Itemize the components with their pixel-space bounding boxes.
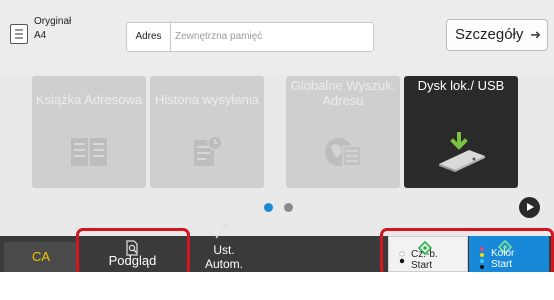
tile-label: Globalne Wyszuk. Adresu bbox=[290, 78, 396, 108]
local-drive-usb-icon bbox=[404, 130, 518, 174]
auto-set-label-line2: Autom. bbox=[204, 257, 243, 271]
tile-send-history[interactable]: Historia wysyłania bbox=[150, 76, 264, 188]
page-indicator[interactable] bbox=[284, 203, 293, 212]
destination-tiles: Książka Adresowa Historia wysyłania Glob… bbox=[0, 76, 554, 236]
original-size[interactable]: A4 bbox=[34, 30, 46, 41]
clear-all-button[interactable]: CA bbox=[4, 242, 78, 272]
arrow-right-icon: ➜ bbox=[530, 27, 541, 42]
magic-wand-icon bbox=[215, 221, 231, 239]
address-input[interactable]: Zewnętrzna pamięć bbox=[173, 23, 371, 51]
address-book-icon bbox=[32, 130, 146, 174]
tile-label: Historia wysyłania bbox=[154, 92, 260, 107]
auto-set-label-line1: Ust. bbox=[213, 243, 235, 257]
global-address-search-icon bbox=[286, 130, 400, 174]
tile-label: Dysk lok./ USB bbox=[417, 78, 505, 93]
tile-local-drive-usb[interactable]: Dysk lok./ USB bbox=[404, 76, 518, 188]
start-highlight-frame bbox=[380, 228, 554, 276]
send-history-icon bbox=[150, 130, 264, 174]
tile-label: Książka Adresowa bbox=[35, 92, 143, 107]
auto-set-button[interactable]: Ust. Autom. bbox=[188, 221, 260, 272]
next-page-button[interactable] bbox=[519, 197, 540, 218]
address-label: Adres bbox=[127, 23, 171, 51]
tile-global-address-search[interactable]: Globalne Wyszuk. Adresu bbox=[286, 76, 400, 188]
preview-highlight-frame bbox=[76, 228, 190, 276]
original-label[interactable]: Oryginał bbox=[34, 16, 71, 27]
tile-address-book[interactable]: Książka Adresowa bbox=[32, 76, 146, 188]
bottom-margin bbox=[0, 272, 554, 300]
screen: Oryginał A4 Adres Zewnętrzna pamięć Szcz… bbox=[0, 0, 554, 276]
details-label: Szczegóły bbox=[455, 26, 524, 43]
top-bar: Oryginał A4 Adres Zewnętrzna pamięć Szcz… bbox=[0, 0, 554, 76]
address-field[interactable]: Adres Zewnętrzna pamięć bbox=[126, 22, 374, 52]
page-indicator-active[interactable] bbox=[264, 203, 273, 212]
document-settings-icon[interactable] bbox=[10, 24, 28, 44]
details-button[interactable]: Szczegóły ➜ bbox=[446, 19, 548, 51]
